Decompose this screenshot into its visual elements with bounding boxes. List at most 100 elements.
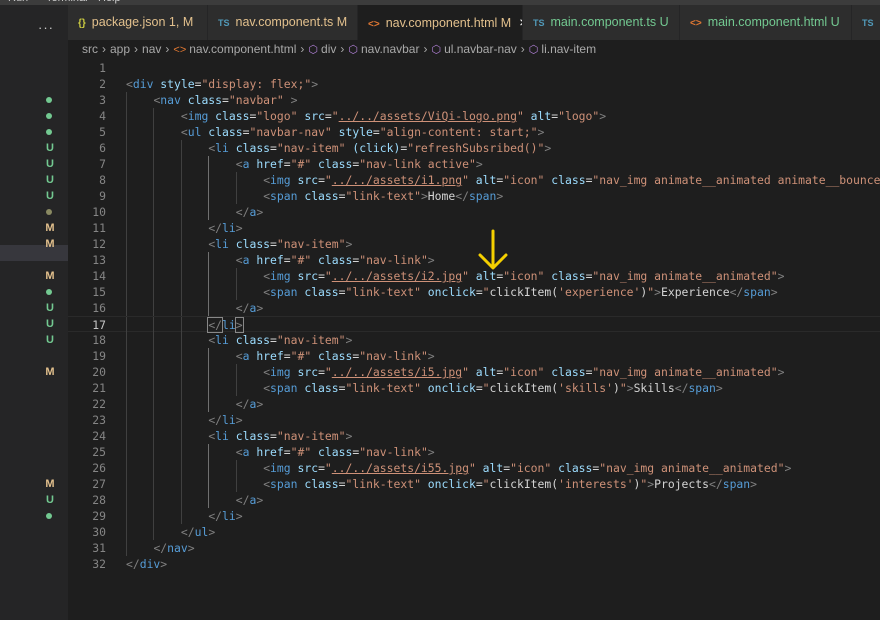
menu-item[interactable]: Run bbox=[8, 0, 28, 4]
symbol-element-icon: ⬡ bbox=[528, 44, 539, 56]
line-number: 4 bbox=[99, 109, 106, 123]
code-token: > bbox=[496, 189, 504, 203]
code-token: class bbox=[297, 189, 339, 203]
code-line[interactable]: 16 </a> bbox=[68, 300, 880, 316]
menu-item[interactable]: Terminal bbox=[46, 0, 88, 4]
indent-guide bbox=[235, 364, 237, 380]
code-token: class bbox=[228, 237, 271, 251]
code-token: src bbox=[290, 461, 319, 475]
code-line[interactable]: 5 <ul class="navbar-nav" style="align-con… bbox=[68, 124, 880, 140]
code-token: "nav_img animate__animated" bbox=[599, 461, 785, 475]
code-line[interactable]: 1 bbox=[68, 60, 880, 76]
code-line[interactable]: 24 <li class="nav-item"> bbox=[68, 428, 880, 444]
code-line[interactable]: 22 </a> bbox=[68, 396, 880, 412]
editor-tab[interactable]: TSn bbox=[852, 5, 880, 40]
more-actions-icon[interactable]: ··· bbox=[38, 20, 54, 35]
breadcrumb-item[interactable]: ⬡ div bbox=[308, 42, 336, 56]
code-line[interactable]: 30 </ul> bbox=[68, 524, 880, 540]
code-token: ../../assets/i1.png bbox=[331, 173, 463, 187]
code-line[interactable]: 8 <img src="../../assets/i1.png" alt="ico… bbox=[68, 172, 880, 188]
indent-guide bbox=[126, 124, 127, 140]
editor-tab[interactable]: <> main.component.html U bbox=[680, 5, 852, 40]
code-token: "#" bbox=[290, 253, 312, 267]
code-text: <a href="#" class="nav-link active"> bbox=[236, 156, 483, 172]
code-token: span bbox=[743, 285, 771, 299]
editor-tab[interactable]: <>nav.component.html M× bbox=[358, 5, 523, 40]
code-line[interactable]: 13 <a href="#" class="nav-link"> bbox=[68, 252, 880, 268]
code-line[interactable]: 7 <a href="#" class="nav-link active"> bbox=[68, 156, 880, 172]
code-line[interactable]: 31 </nav> bbox=[68, 540, 880, 556]
editor-tab[interactable]: TS main.component.ts U bbox=[523, 5, 680, 40]
code-line[interactable]: 28 </a> bbox=[68, 492, 880, 508]
code-line[interactable]: 6 <li class="nav-item" (click)="refreshSu… bbox=[68, 140, 880, 156]
code-token: clickItem( bbox=[489, 381, 559, 395]
tab-label: nav.component.ts M bbox=[235, 15, 348, 29]
code-token: span bbox=[722, 477, 751, 491]
code-line[interactable]: 23 </li> bbox=[68, 412, 880, 428]
code-editor[interactable]: 1 2 <div style="display: flex;"> 3 <nav clas… bbox=[68, 58, 880, 620]
editor-tab[interactable]: {} package.json 1, M bbox=[68, 5, 208, 40]
code-line[interactable]: 2 <div style="display: flex;"> bbox=[68, 76, 880, 92]
code-line[interactable]: 10 </a> bbox=[68, 204, 880, 220]
code-line[interactable]: 4 <img class="logo" src="../../assets/ViQ… bbox=[68, 108, 880, 124]
code-token: </ bbox=[235, 493, 250, 507]
code-line[interactable]: 19 <a href="#" class="nav-link"> bbox=[68, 348, 880, 364]
breadcrumb-item[interactable]: app bbox=[110, 42, 130, 56]
line-number: 10 bbox=[92, 205, 106, 219]
line-number: 26 bbox=[92, 461, 106, 475]
code-line[interactable]: 14 <img src="../../assets/i2.jpg" alt="ic… bbox=[68, 268, 880, 284]
git-status-badge: U bbox=[46, 190, 54, 202]
code-line[interactable]: 21 <span class="link-text" onclick="click… bbox=[68, 380, 880, 396]
line-number: 30 bbox=[92, 525, 106, 539]
indent-guide bbox=[153, 284, 155, 300]
breadcrumb-item[interactable]: ⬡ li.nav-item bbox=[529, 42, 596, 56]
code-token: " bbox=[482, 381, 490, 395]
code-line[interactable]: 27 <span class="link-text" onclick="click… bbox=[68, 476, 880, 492]
indent-guide bbox=[180, 156, 182, 172]
code-token: alt bbox=[468, 365, 497, 379]
code-line[interactable]: 3 <nav class="navbar" > bbox=[68, 92, 880, 108]
code-line[interactable]: 18 <li class="nav-item"> bbox=[68, 332, 880, 348]
code-line[interactable]: 12 <li class="nav-item"> bbox=[68, 236, 880, 252]
indent-guide bbox=[180, 364, 182, 380]
menu-item[interactable]: Help bbox=[98, 0, 121, 4]
code-line[interactable]: 29 </li> bbox=[68, 508, 880, 524]
code-text: </a> bbox=[236, 396, 263, 412]
chevron-right-icon: › bbox=[423, 42, 428, 56]
code-line[interactable]: 32 </div> bbox=[68, 556, 880, 572]
code-token: class bbox=[311, 157, 353, 171]
code-token: > bbox=[420, 189, 428, 203]
breadcrumb-item[interactable]: src bbox=[82, 42, 98, 56]
code-token: onclick bbox=[420, 381, 476, 395]
code-token: src bbox=[297, 109, 325, 123]
breadcrumb-item[interactable]: <> nav.component.html bbox=[173, 42, 296, 56]
breadcrumb-label: src bbox=[82, 42, 98, 56]
code-token: class bbox=[311, 349, 353, 363]
code-token: > bbox=[599, 109, 607, 123]
code-token: Projects bbox=[654, 477, 709, 491]
code-line[interactable]: 9 <span class="link-text">Home</span> bbox=[68, 188, 880, 204]
code-token: > bbox=[626, 381, 634, 395]
indent-guide bbox=[208, 252, 210, 268]
indent-guide bbox=[153, 396, 155, 412]
indent-guide bbox=[126, 220, 127, 236]
code-token: ../../assets/ViQi-logo.png bbox=[338, 109, 517, 123]
indent-guide bbox=[126, 332, 127, 348]
code-line[interactable]: 20 <img src="../../assets/i5.jpg" alt="ic… bbox=[68, 364, 880, 380]
code-line[interactable]: 11 </li> bbox=[68, 220, 880, 236]
code-text: <span class="link-text" onclick="clickIt… bbox=[263, 284, 777, 300]
code-line[interactable]: 25 <a href="#" class="nav-link"> bbox=[68, 444, 880, 460]
editor-tab[interactable]: TS nav.component.ts M bbox=[208, 5, 358, 40]
code-line[interactable]: 15 <span class="link-text" onclick="click… bbox=[68, 284, 880, 300]
indent-guide bbox=[180, 188, 182, 204]
breadcrumb-item[interactable]: nav bbox=[142, 42, 161, 56]
code-token: nav bbox=[160, 93, 181, 107]
breadcrumb-item[interactable]: ⬡ nav.navbar bbox=[348, 42, 419, 56]
code-line[interactable]: 17 </li> bbox=[68, 316, 880, 333]
line-number: 31 bbox=[92, 541, 106, 555]
code-token: alt bbox=[523, 109, 552, 123]
code-line[interactable]: 26 <img src="../../assets/i55.jpg" alt="i… bbox=[68, 460, 880, 476]
breadcrumb-item[interactable]: ⬡ ul.navbar-nav bbox=[431, 42, 516, 56]
code-token: " bbox=[619, 381, 627, 395]
code-token: < bbox=[235, 445, 243, 459]
